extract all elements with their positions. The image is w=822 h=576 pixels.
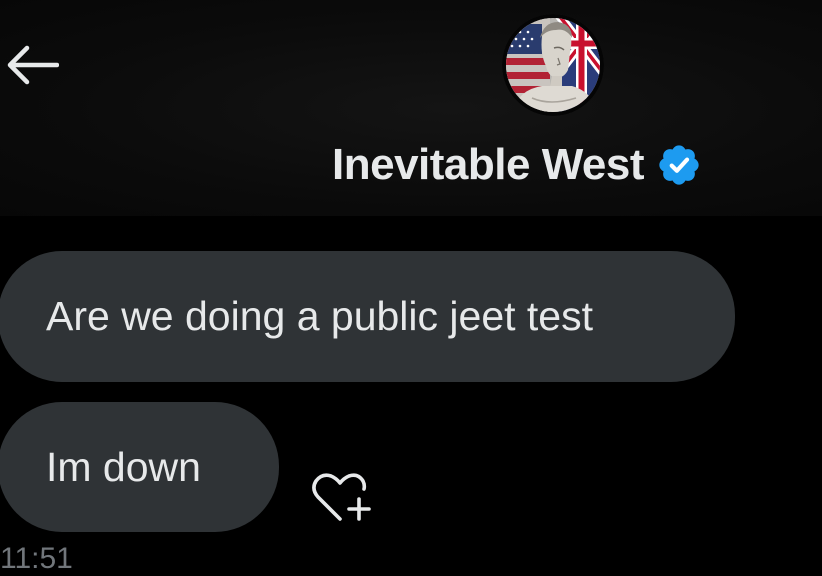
verified-badge-icon xyxy=(656,142,702,188)
back-button[interactable] xyxy=(4,40,60,90)
conversation-header: Inevitable West xyxy=(0,0,822,216)
avatar[interactable] xyxy=(502,14,604,116)
contact-name[interactable]: Inevitable West xyxy=(332,140,645,190)
arrow-left-icon xyxy=(7,45,59,85)
message-bubble[interactable]: Are we doing a public jeet test xyxy=(0,251,735,382)
message-bubble[interactable]: Im down xyxy=(0,402,279,532)
contact-title[interactable]: Inevitable West xyxy=(332,138,702,192)
add-reaction-button[interactable] xyxy=(304,468,376,528)
message-text: Im down xyxy=(46,443,201,490)
message-text: Are we doing a public jeet test xyxy=(46,293,593,339)
avatar-statue-flags xyxy=(502,14,604,116)
heart-add-icon xyxy=(312,473,371,521)
